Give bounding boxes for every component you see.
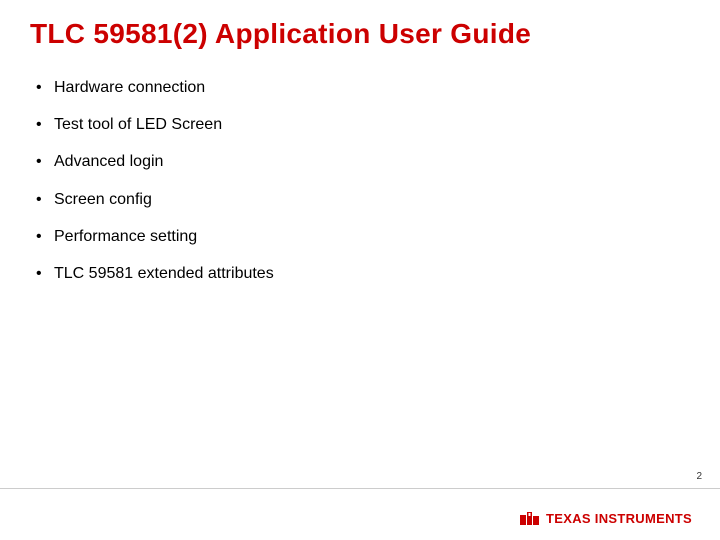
logo-text: TEXAS INSTRUMENTS: [546, 511, 692, 526]
page-number: 2: [696, 471, 702, 482]
slide-title: TLC 59581(2) Application User Guide: [30, 18, 690, 50]
list-item: TLC 59581 extended attributes: [36, 264, 690, 283]
ti-logo-icon: [520, 512, 540, 526]
slide-container: TLC 59581(2) Application User Guide Hard…: [0, 0, 720, 540]
list-item: Advanced login: [36, 152, 690, 171]
list-item: Performance setting: [36, 227, 690, 246]
list-item: Screen config: [36, 190, 690, 209]
logo-container: TEXAS INSTRUMENTS: [520, 511, 692, 526]
list-item: Test tool of LED Screen: [36, 115, 690, 134]
footer: 2 TEXAS INSTRUMENTS: [0, 488, 720, 540]
bullet-list: Hardware connection Test tool of LED Scr…: [30, 78, 690, 283]
list-item: Hardware connection: [36, 78, 690, 97]
